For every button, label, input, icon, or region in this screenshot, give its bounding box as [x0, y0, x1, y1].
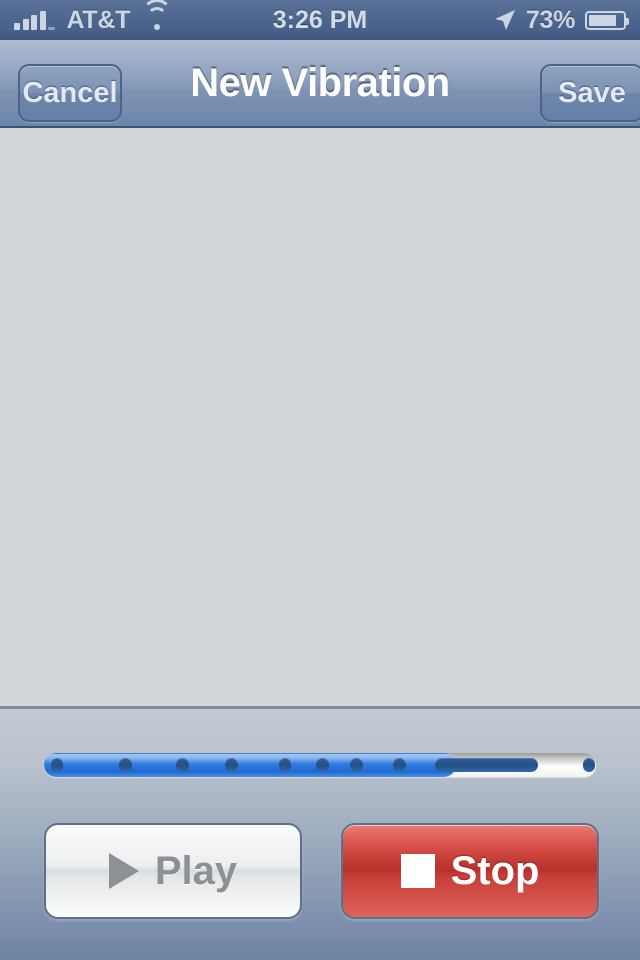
- location-arrow-icon: [493, 8, 517, 32]
- stop-square-icon: [400, 854, 435, 888]
- carrier-label: AT&T: [66, 5, 131, 34]
- vibration-mark: [316, 758, 329, 772]
- cellular-signal-icon: [14, 10, 58, 30]
- vibration-mark: [349, 758, 363, 772]
- vibration-mark: [50, 758, 64, 772]
- status-bar-left: AT&T: [14, 0, 173, 35]
- stop-button[interactable]: Stop: [341, 823, 599, 919]
- vibration-mark: [119, 758, 133, 772]
- status-bar-right: 73%: [493, 0, 629, 40]
- vibration-recording-canvas[interactable]: [0, 128, 640, 706]
- clock-label: 3:26 PM: [272, 5, 368, 34]
- play-triangle-icon: [108, 853, 139, 889]
- stop-button-label: Stop: [450, 848, 540, 893]
- battery-icon: [585, 10, 629, 30]
- wifi-icon: [142, 0, 173, 31]
- playback-toolbar: Play Stop: [0, 706, 640, 960]
- vibration-mark: [278, 758, 292, 772]
- vibration-mark: [176, 758, 189, 772]
- battery-fill: [589, 14, 616, 26]
- battery-percent-label: 73%: [525, 5, 575, 34]
- vibration-pattern-scrubber[interactable]: [44, 753, 596, 777]
- vibration-mark: [582, 758, 596, 772]
- iphone-screen: AT&T 3:26 PM 73% Cancel New Vibration Sa…: [0, 0, 640, 960]
- navigation-bar: Cancel New Vibration Save: [0, 40, 640, 128]
- status-bar: AT&T 3:26 PM 73%: [0, 0, 640, 40]
- save-button[interactable]: Save: [540, 64, 640, 122]
- vibration-mark: [434, 758, 538, 772]
- play-button-label: Play: [154, 848, 238, 893]
- vibration-mark: [393, 758, 406, 772]
- play-button[interactable]: Play: [44, 823, 302, 919]
- vibration-mark: [225, 758, 238, 772]
